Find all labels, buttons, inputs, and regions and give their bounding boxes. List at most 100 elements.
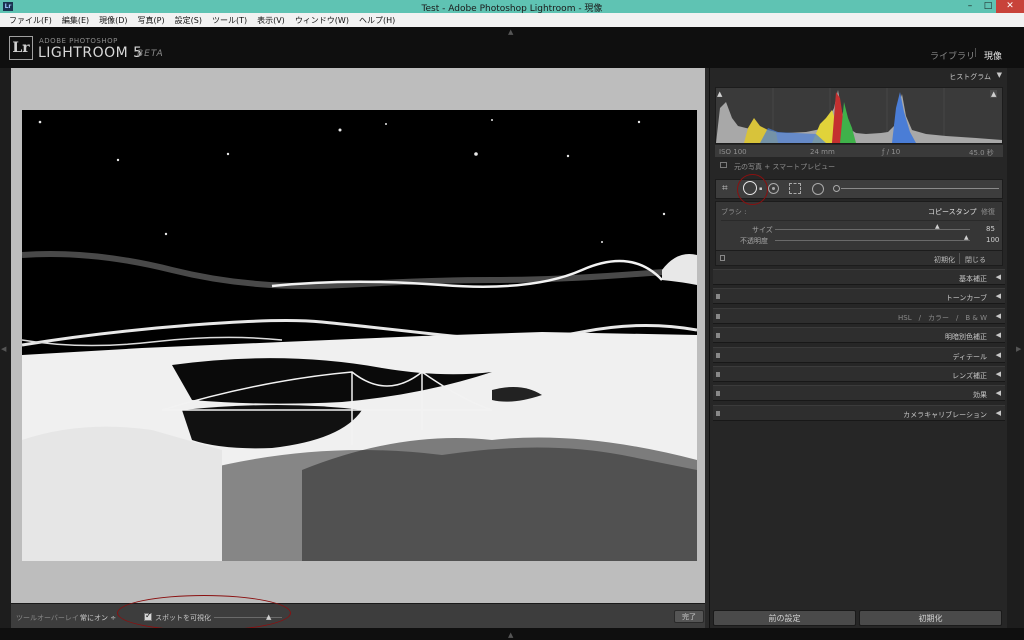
menu-help[interactable]: ヘルプ(H) [354, 15, 400, 26]
highlight-clipping-icon[interactable]: ▲ [990, 90, 998, 98]
menu-photo[interactable]: 写真(P) [133, 15, 170, 26]
panel-switch-icon[interactable] [716, 391, 720, 396]
collapse-triangle-icon[interactable]: ▼ [997, 71, 1002, 79]
clone-mode-button[interactable]: コピースタンプ [928, 207, 976, 217]
identity-plate: ▲ Lr ADOBE PHOTOSHOP LIGHTROOM 5 BETA ライ… [0, 27, 1024, 68]
tool-overlay-dropdown[interactable]: 常にオン ÷ [80, 613, 116, 623]
adjustment-brush-icon[interactable] [833, 185, 840, 192]
lightroom-logo: Lr [9, 36, 33, 60]
expand-triangle-icon: ◀ [995, 409, 1001, 417]
menu-settings[interactable]: 設定(S) [170, 15, 207, 26]
panel-switch-icon[interactable] [716, 333, 720, 338]
graduated-filter-icon[interactable] [789, 183, 801, 194]
brush-label: ブラシ : [721, 208, 747, 216]
panel-effects-label: 効果 [973, 391, 987, 399]
menu-window[interactable]: ウィンドウ(W) [290, 15, 354, 26]
panel-lens-corrections-label: レンズ補正 [952, 372, 987, 380]
histogram-title: ヒストグラム [949, 73, 991, 81]
exif-iso: ISO 100 [719, 148, 747, 156]
spot-panel-footer: 初期化 閉じる [716, 250, 1002, 265]
smart-preview-icon [720, 162, 727, 168]
panel-basic-label: 基本補正 [959, 275, 987, 283]
opacity-value[interactable]: 100 [986, 236, 999, 244]
panel-switch-icon[interactable] [716, 314, 720, 319]
opacity-slider[interactable] [775, 240, 970, 241]
opacity-slider-thumb-icon[interactable]: ▲ [964, 234, 969, 241]
panel-switch-icon[interactable] [716, 353, 720, 358]
exif-shutter: 45.0 秒 [969, 149, 994, 157]
window-title-bar: Lr Test - Adobe Photoshop Lightroom - 現像… [0, 0, 1024, 14]
panel-lens-corrections[interactable]: レンズ補正 ◀ [713, 366, 1005, 382]
done-button[interactable]: 完了 [674, 610, 704, 623]
menu-view[interactable]: 表示(V) [252, 15, 290, 26]
expand-triangle-icon: ◀ [995, 312, 1001, 320]
size-slider[interactable] [775, 229, 970, 230]
brand-beta: BETA [137, 49, 164, 59]
smart-preview-status[interactable]: 元の写真 + スマートプレビュー [715, 160, 1003, 172]
histogram-graph[interactable] [715, 87, 1003, 144]
maximize-button[interactable]: □ [980, 0, 996, 13]
menu-edit[interactable]: 編集(E) [57, 15, 94, 26]
expand-triangle-icon: ◀ [995, 389, 1001, 397]
spot-reset-button[interactable]: 初期化 [934, 255, 955, 265]
module-develop[interactable]: 現像 [984, 49, 1002, 62]
radial-filter-icon[interactable] [812, 183, 824, 195]
red-eye-icon[interactable] [768, 183, 779, 194]
reset-all-button[interactable]: 初期化 [859, 610, 1002, 626]
heal-mode-button[interactable]: 修復 [981, 207, 995, 217]
spot-close-button[interactable]: 閉じる [965, 255, 986, 265]
opacity-label: 不透明度 [740, 237, 768, 245]
brand-small-text: ADOBE PHOTOSHOP [39, 37, 118, 45]
menu-file[interactable]: ファイル(F) [4, 15, 57, 26]
menu-develop[interactable]: 現像(D) [94, 15, 132, 26]
size-value[interactable]: 85 [986, 225, 995, 233]
panel-camera-calibration[interactable]: カメラキャリブレーション ◀ [713, 405, 1005, 421]
module-separator: | [974, 48, 978, 58]
exif-info: ISO 100 24 mm ƒ / 10 45.0 秒 [715, 145, 1003, 157]
photo-preview[interactable] [22, 110, 697, 561]
expand-triangle-icon: ◀ [995, 292, 1001, 300]
tool-strip-divider [841, 188, 999, 189]
expand-triangle-icon: ◀ [995, 273, 1001, 281]
minimize-button[interactable]: – [962, 0, 978, 13]
previous-settings-button[interactable]: 前の設定 [713, 610, 856, 626]
menu-bar: ファイル(F) 編集(E) 現像(D) 写真(P) 設定(S) ツール(T) 表… [0, 13, 1024, 27]
tool-overlay-label: ツールオーバーレイ : [16, 614, 84, 622]
panel-split-toning-label: 明暗別色補正 [945, 333, 987, 341]
expand-triangle-icon: ◀ [995, 351, 1001, 359]
panel-split-toning[interactable]: 明暗別色補正 ◀ [713, 327, 1005, 343]
panel-switch-icon[interactable] [716, 411, 720, 416]
night-landscape-image [22, 110, 697, 561]
right-panel: ヒストグラム ▼ ▲ ▲ ISO 100 24 mm ƒ / 10 45.0 秒… [709, 68, 1007, 628]
panel-tone-curve-label: トーンカーブ [945, 294, 987, 302]
panel-camera-calibration-label: カメラキャリブレーション [903, 411, 987, 419]
left-panel-toggle-icon[interactable]: ◀ [1, 345, 6, 353]
size-label: サイズ [752, 226, 773, 234]
size-slider-thumb-icon[interactable]: ▲ [935, 223, 940, 230]
panel-basic[interactable]: 基本補正 ◀ [713, 269, 1005, 285]
module-library[interactable]: ライブラリ [930, 49, 975, 62]
histogram-header[interactable]: ヒストグラム ▼ [710, 68, 1008, 83]
filmstrip-toggle-icon[interactable]: ▲ [508, 631, 513, 639]
menu-tools[interactable]: ツール(T) [207, 15, 252, 26]
spot-panel-divider [721, 220, 999, 221]
smart-preview-label: 元の写真 + スマートプレビュー [734, 163, 836, 171]
right-panel-toggle-icon[interactable]: ▶ [1016, 345, 1021, 353]
panel-effects[interactable]: 効果 ◀ [713, 385, 1005, 401]
annotation-circle-toolbar [117, 595, 291, 631]
panel-switch-icon[interactable] [716, 372, 720, 377]
crop-overlay-icon[interactable]: ⌗ [722, 183, 728, 194]
footer-divider [959, 253, 960, 264]
panel-detail[interactable]: ディテール ◀ [713, 347, 1005, 363]
top-panel-toggle-icon[interactable]: ▲ [508, 28, 513, 36]
exif-aperture: ƒ / 10 [882, 148, 901, 156]
shadow-clipping-icon[interactable]: ▲ [717, 90, 722, 98]
annotation-circle-spot-tool [737, 174, 768, 205]
panel-switch-icon[interactable] [716, 294, 720, 299]
close-button[interactable]: ✕ [996, 0, 1024, 13]
panel-detail-label: ディテール [952, 353, 987, 361]
panel-tone-curve[interactable]: トーンカーブ ◀ [713, 288, 1005, 304]
exif-focal: 24 mm [810, 148, 835, 156]
panel-hsl[interactable]: HSL / カラー / B & W ◀ [713, 308, 1005, 324]
panel-switch-icon[interactable] [720, 255, 725, 261]
